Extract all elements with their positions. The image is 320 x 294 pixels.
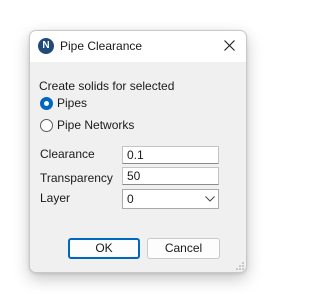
close-icon <box>224 40 235 51</box>
layer-label: Layer <box>40 191 71 205</box>
clearance-input[interactable] <box>122 146 219 164</box>
radio-button-pipe-networks[interactable] <box>40 119 53 132</box>
transparency-label: Transparency <box>40 171 113 185</box>
ok-button[interactable]: OK <box>68 238 140 259</box>
title-bar: N Pipe Clearance <box>30 31 246 62</box>
resize-grip-icon[interactable] <box>236 262 244 270</box>
create-solids-label: Create solids for selected <box>39 79 175 93</box>
radio-label-pipes: Pipes <box>57 96 88 110</box>
dialog-title: Pipe Clearance <box>60 39 143 53</box>
radio-button-pipes[interactable] <box>40 97 53 110</box>
chevron-down-icon <box>205 196 215 202</box>
layer-selected-value: 0 <box>127 192 134 206</box>
n-logo-icon: N <box>38 38 54 54</box>
clearance-label: Clearance <box>40 147 95 161</box>
layer-dropdown[interactable]: 0 <box>122 189 219 209</box>
radio-label-pipe-networks: Pipe Networks <box>57 118 135 132</box>
page: N Pipe Clearance Create solids for selec… <box>0 0 275 294</box>
cancel-button[interactable]: Cancel <box>147 238 220 259</box>
pipe-clearance-dialog: N Pipe Clearance Create solids for selec… <box>29 30 247 273</box>
transparency-input[interactable] <box>122 167 219 185</box>
close-button[interactable] <box>218 35 242 57</box>
